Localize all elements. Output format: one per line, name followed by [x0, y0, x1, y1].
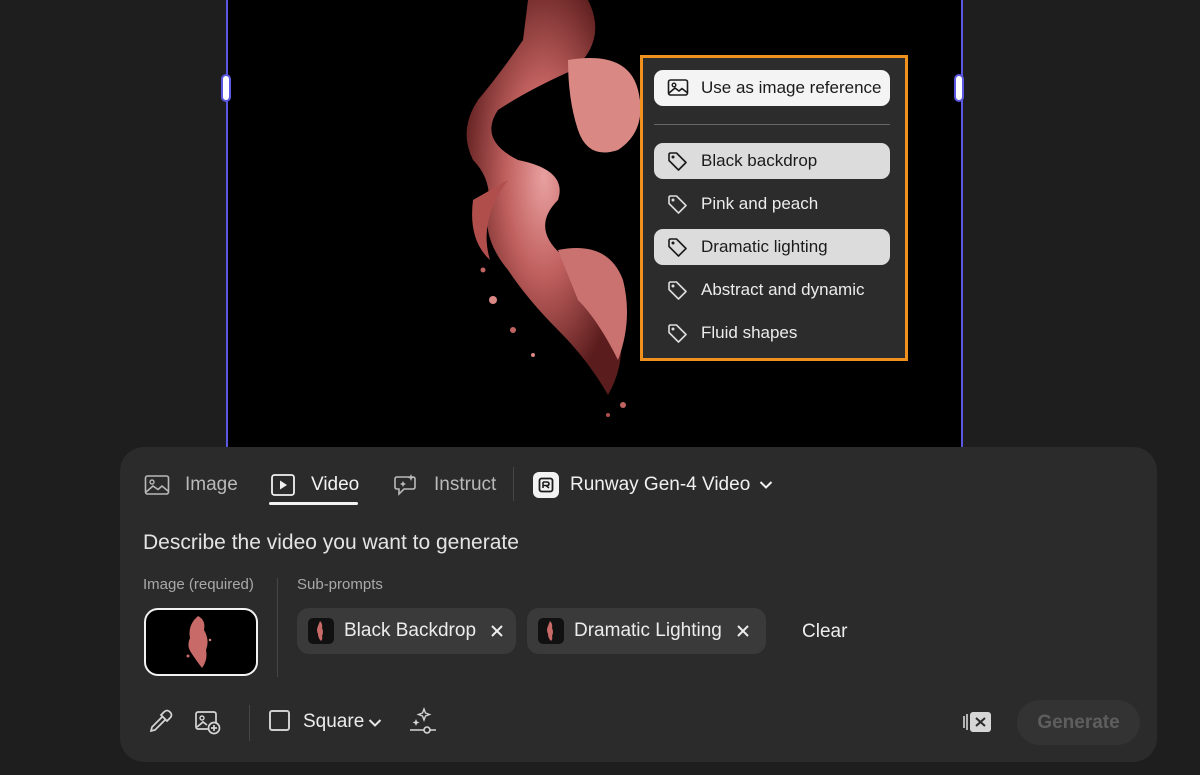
video-settings-button[interactable] [960, 707, 994, 737]
toolbar-divider [249, 705, 250, 741]
tab-divider [513, 467, 514, 501]
aspect-ratio-icon[interactable] [269, 710, 290, 731]
tab-label: Video [311, 474, 360, 495]
use-as-image-reference-button[interactable]: Use as image reference [654, 70, 890, 106]
splash-thumbnail [186, 616, 212, 668]
runway-logo-icon [533, 472, 559, 498]
close-icon[interactable] [736, 624, 750, 638]
tab-video[interactable]: Video [270, 467, 359, 503]
menu-item-label: Fluid shapes [701, 323, 798, 342]
image-section-label: Image (required) [143, 576, 254, 593]
clear-subprompts-button[interactable]: Clear [802, 621, 847, 643]
chat-sparkle-icon [394, 474, 416, 496]
image-icon [144, 475, 170, 495]
chevron-down-icon[interactable] [368, 718, 382, 728]
subprompt-chip[interactable]: Black Backdrop [297, 608, 516, 654]
tag-item-dramatic-lighting[interactable]: Dramatic lighting [654, 229, 890, 265]
generation-panel: Image Video Instruct Runway Gen-4 Video … [120, 447, 1157, 762]
eyedropper-icon [149, 709, 173, 733]
menu-divider [654, 124, 890, 125]
section-divider [277, 578, 278, 677]
model-label: Runway Gen-4 Video [570, 474, 751, 495]
tag-icon [668, 238, 687, 257]
image-add-icon [195, 711, 221, 735]
chevron-down-icon [760, 481, 773, 489]
menu-item-label: Use as image reference [701, 78, 882, 97]
image-icon [667, 79, 689, 96]
resize-handle-left[interactable] [221, 74, 231, 102]
effects-button[interactable] [408, 707, 438, 737]
tag-icon [668, 152, 687, 171]
tag-icon [668, 281, 687, 300]
close-icon[interactable] [490, 624, 504, 638]
menu-item-label: Pink and peach [701, 194, 819, 213]
menu-item-label: Abstract and dynamic [701, 280, 865, 299]
menu-item-label: Dramatic lighting [701, 237, 828, 256]
active-tab-indicator [269, 502, 358, 505]
chip-thumbnail [538, 618, 564, 644]
video-play-icon [271, 474, 295, 496]
tag-item-black-backdrop[interactable]: Black backdrop [654, 143, 890, 179]
menu-item-label: Black backdrop [701, 151, 818, 170]
tab-instruct[interactable]: Instruct [393, 467, 496, 503]
tab-image[interactable]: Image [144, 467, 238, 503]
model-selector[interactable]: Runway Gen-4 Video [533, 467, 773, 503]
tab-label: Image [185, 474, 238, 495]
tag-item-abstract-and-dynamic[interactable]: Abstract and dynamic [654, 272, 890, 308]
resize-handle-right[interactable] [954, 74, 964, 102]
eyedropper-button[interactable] [145, 707, 175, 737]
prompt-input[interactable]: Describe the video you want to generate [143, 531, 519, 555]
tag-icon [668, 195, 687, 214]
subprompt-chip[interactable]: Dramatic Lighting [527, 608, 766, 654]
subprompts-label: Sub-prompts [297, 576, 383, 593]
tab-label: Instruct [434, 474, 497, 495]
sparkle-settings-icon [410, 707, 436, 734]
chip-label: Dramatic Lighting [574, 620, 722, 641]
aspect-ratio-label[interactable]: Square [303, 711, 364, 733]
add-image-button[interactable] [193, 707, 223, 737]
generate-button[interactable]: Generate [1017, 700, 1140, 745]
image-context-menu: Use as image reference Black backdrop Pi… [640, 55, 908, 361]
tag-item-fluid-shapes[interactable]: Fluid shapes [654, 315, 890, 351]
reference-image-thumbnail[interactable] [144, 608, 258, 676]
chip-label: Black Backdrop [344, 620, 477, 641]
video-settings-icon [963, 712, 991, 732]
tag-icon [668, 324, 687, 343]
tag-item-pink-and-peach[interactable]: Pink and peach [654, 186, 890, 222]
chip-thumbnail [308, 618, 334, 644]
